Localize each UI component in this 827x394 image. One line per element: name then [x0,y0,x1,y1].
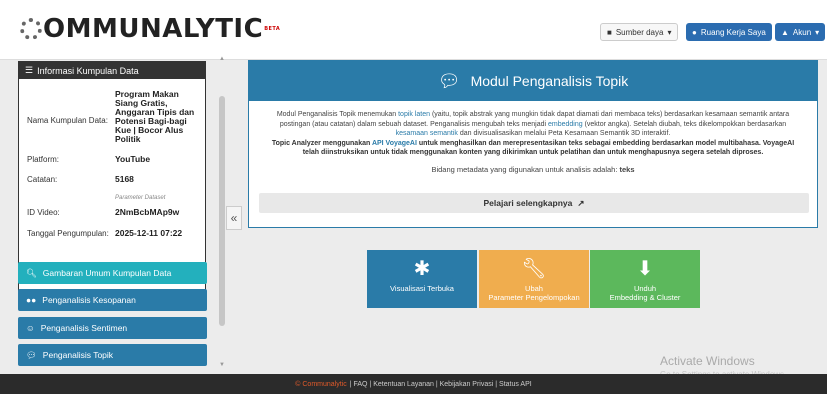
open-visualization-button[interactable]: ✱ Visualisasi Terbuka [367,250,477,308]
video-id-value: 2NmBcbMAp9w [115,207,180,217]
module-title: Modul Penganalisis Topik [470,73,629,89]
dataset-name-label: Nama Kumpulan Data: [27,116,108,125]
text: dan divisualisasikan melalui Peta Kesama… [457,130,671,137]
asterisk-icon: ✱ [413,258,431,280]
scroll-down-icon[interactable]: ▼ [219,362,225,368]
text: Modul Penganalisis Topik menemukan [276,111,399,118]
caret-down-icon: ▾ [667,27,672,37]
database-icon: ● [692,27,697,37]
list-icon: ☰ [25,65,34,75]
footer-brand-link[interactable]: © Communalytic [295,381,346,388]
comments-icon: 💬︎ [26,349,37,360]
sidebar-item-label: Gambaran Umum Kumpulan Data [42,268,172,278]
users-icon: ●● [26,295,37,305]
text: Topic Analyzer menggunakan [271,139,372,147]
collection-date-value: 2025-12-11 07:22 [115,228,183,238]
open-visualization-label: Visualisasi Terbuka [390,284,454,293]
left-panel-scrollbar[interactable]: ▲ ▼ [218,56,226,372]
download-label: Unduh [633,284,657,293]
topic-analyzer-module-card: 💬︎ Modul Penganalisis Topik Modul Pengan… [248,60,818,228]
sidebar-item-sentiment-analyzer[interactable]: ☺ Penganalisis Sentimen [18,317,207,339]
resources-label: Sumber daya [615,27,664,37]
module-description: Modul Penganalisis Topik menemukan topik… [249,101,817,174]
scroll-up-icon[interactable]: ▲ [219,56,225,62]
change-clustering-parameters-button[interactable]: 🔧︎ Ubah Parameter Pengelompokan [479,250,589,308]
caret-down-icon: ▾ [815,27,820,37]
sidebar-item-label: Penganalisis Topik [42,350,114,360]
metadata-field-line: Bidang metadata yang digunakan untuk ana… [263,165,803,175]
collapse-sidebar-button[interactable]: « [226,206,242,230]
voyageai-api-link[interactable]: API VoyageAI [372,140,417,147]
footer-links[interactable]: | FAQ | Ketentuan Layanan | Kebijakan Pr… [350,381,532,388]
footer: © Communalytic | FAQ | Ketentuan Layanan… [0,374,827,394]
clustering-parameters-label: Parameter Pengelompokan [488,293,580,302]
change-label: Ubah [525,284,543,293]
communalytic-logo[interactable]: OMMUNALYTIC BETA [20,14,280,44]
sidebar-item-label: Penganalisis Kesopanan [42,295,136,305]
scrollbar-thumb[interactable] [219,96,225,326]
module-header: 💬︎ Modul Penganalisis Topik [249,61,817,101]
dataset-info-header: ☰ Informasi Kumpulan Data [19,62,205,79]
description-paragraph-1: Modul Penganalisis Topik menemukan topik… [263,110,803,139]
header: OMMUNALYTIC BETA ■ Sumber daya ▾ ● Ruang… [0,0,827,60]
notes-value: 5168 [115,174,134,184]
left-panel: ☰ Informasi Kumpulan Data Nama Kumpulan … [0,52,228,374]
book-icon: ■ [607,27,612,37]
sidebar-item-topic-analyzer[interactable]: 💬︎ Penganalisis Topik [18,344,207,366]
description-paragraph-2: Topic Analyzer menggunakan API VoyageAI … [263,139,803,158]
embedding-link[interactable]: embedding [548,121,583,128]
logo-c-icon [20,18,42,40]
sidebar-item-dataset-overview[interactable]: 🔍︎ Gambaran Umum Kumpulan Data [18,262,207,284]
latent-topic-link[interactable]: topik laten [398,111,430,118]
activate-windows-watermark: Activate Windows [660,354,755,368]
dataset-name-value: Program Makan Siang Gratis, Anggaran Tip… [115,89,195,144]
metadata-field-value: teks [619,164,635,174]
text: (vektor angka). Setelah diubah, teks dik… [582,120,787,128]
workspace-label: Ruang Kerja Saya [700,27,766,37]
dataset-info-card: ☰ Informasi Kumpulan Data Nama Kumpulan … [18,61,206,291]
search-icon: 🔍︎ [26,267,37,278]
my-workspace-button[interactable]: ● Ruang Kerja Saya [686,23,772,41]
external-link-icon: ↗ [577,197,585,208]
learn-more-label: Pelajari selengkapnya [483,198,573,208]
dataset-parameter-label: Parameter Dataset [115,195,166,201]
dataset-info-title: Informasi Kumpulan Data [37,65,139,76]
semantic-similarity-link[interactable]: kesamaan semantik [396,130,458,137]
learn-more-button[interactable]: Pelajari selengkapnya ↗ [259,193,809,213]
platform-label: Platform: [27,155,60,164]
comments-icon: 💬︎ [437,70,461,91]
account-dropdown-button[interactable]: ▲ Akun ▾ [775,23,826,41]
logo-text: OMMUNALYTIC [43,14,264,44]
embedding-cluster-label: Embedding & Cluster [609,293,681,302]
resources-dropdown-button[interactable]: ■ Sumber daya ▾ [600,23,679,41]
user-icon: ▲ [781,27,789,37]
account-label: Akun [792,27,812,37]
video-id-label: ID Video: [27,208,60,217]
download-embedding-cluster-button[interactable]: ⬇ Unduh Embedding & Cluster [590,250,700,308]
smile-icon: ☺ [26,323,35,333]
platform-value: YouTube [115,154,151,164]
text: Bidang metadata yang digunakan untuk ana… [431,164,620,174]
sidebar-item-politeness-analyzer[interactable]: ●● Penganalisis Kesopanan [18,289,207,311]
download-arrow-icon: ⬇ [636,258,654,280]
beta-badge: BETA [264,26,281,32]
sidebar-item-label: Penganalisis Sentimen [40,323,128,333]
notes-label: Catatan: [27,175,58,184]
wrench-icon: 🔧︎ [521,258,547,280]
collection-date-label: Tanggal Pengumpulan: [27,229,109,238]
